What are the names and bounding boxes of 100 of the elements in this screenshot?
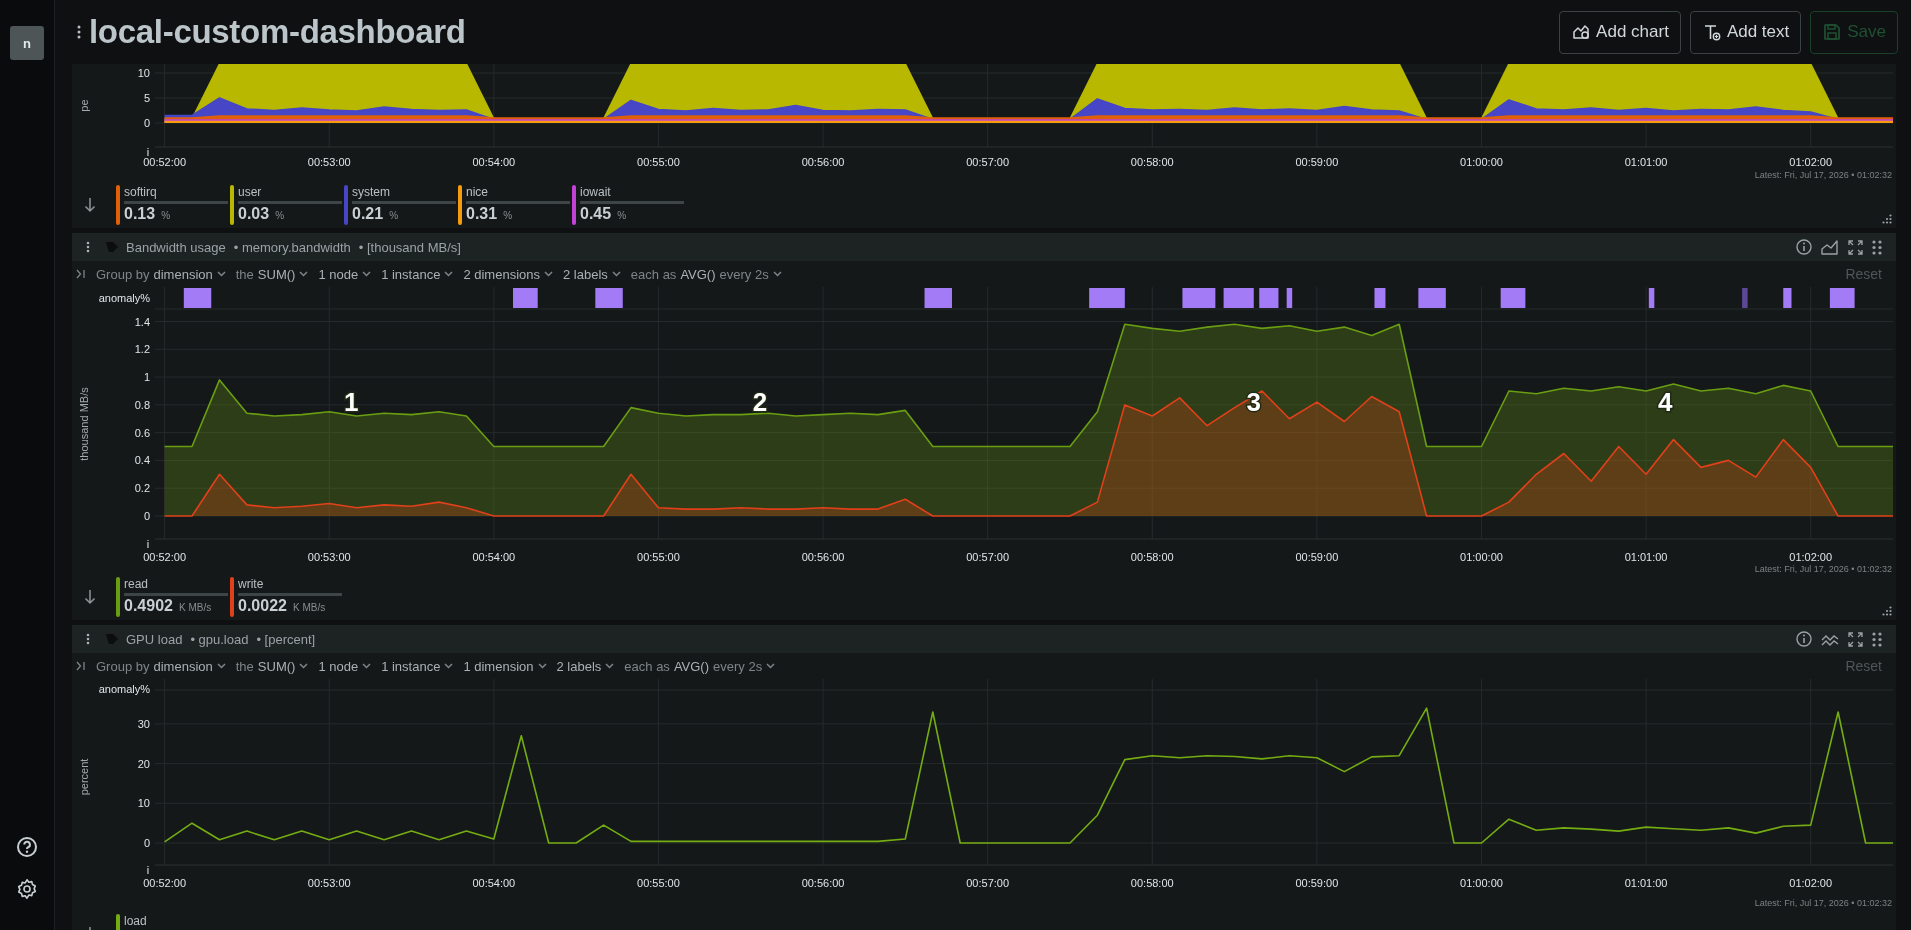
axis-tick-label: 00:58:00 <box>1130 156 1174 168</box>
arrow-down-icon[interactable] <box>84 589 96 605</box>
caret-icon <box>766 663 776 669</box>
chart-context: • gpu.load <box>190 631 249 647</box>
legend-unit: % <box>617 210 627 221</box>
caret-icon <box>611 271 621 277</box>
axis-tick-label: 0 <box>143 837 150 849</box>
axis-tick-label: 1 <box>143 371 150 384</box>
legend-value: 0.45 <box>580 205 612 223</box>
axis-tick-label: 00:52:00 <box>143 877 186 889</box>
axis-tick-label: 10 <box>137 67 150 79</box>
axis-tick-label: 00:58:00 <box>1130 877 1174 889</box>
caret-icon <box>537 663 547 669</box>
caret-icon <box>544 271 553 277</box>
axis-tick-label: 00:53:00 <box>307 156 351 168</box>
axis-tick-label: 01:00:00 <box>1460 877 1503 889</box>
axis-tick-label: 00:55:00 <box>637 156 680 168</box>
legend-unit: % <box>275 210 285 221</box>
dropdown-button[interactable]: Group by dimension <box>96 658 226 674</box>
menu-icon[interactable] <box>77 25 81 39</box>
dropdown-button[interactable]: each as AVG() every 2s <box>630 266 782 282</box>
caret-icon <box>605 663 615 669</box>
axis-tick-label: 00:54:00 <box>472 156 516 168</box>
expand-icon[interactable] <box>76 661 86 671</box>
dropdown-button[interactable]: each as AVG() every 2s <box>624 658 776 674</box>
legend-value: 0.0022 <box>238 597 287 615</box>
legend-label: system <box>352 185 391 199</box>
axis-title: pe <box>78 99 90 112</box>
caret-icon <box>772 271 782 277</box>
dropdown-button[interactable]: 1 dimension <box>463 658 547 674</box>
legend-unit: % <box>389 210 399 221</box>
info-icon[interactable] <box>1796 239 1812 255</box>
fullscreen-icon[interactable] <box>1848 239 1863 255</box>
axis-tick-label: 01:01:00 <box>1624 551 1668 563</box>
text-button[interactable]: Add text <box>1689 10 1802 54</box>
dropdown-button[interactable]: 2 dimensions <box>463 266 553 282</box>
axis-tick-label: 01:01:00 <box>1624 156 1668 168</box>
axis-tick-label: 01:00:00 <box>1460 551 1503 563</box>
legend-unit: K MB/s <box>292 602 326 613</box>
anomaly-label: anomaly% <box>98 683 150 695</box>
caret-icon <box>299 271 309 277</box>
axis-tick-label: 00:55:00 <box>637 551 680 563</box>
dropdown-button[interactable]: 1 node <box>318 658 372 674</box>
expand-icon[interactable] <box>76 269 86 279</box>
area-chart-icon[interactable] <box>1821 239 1839 255</box>
info-icon[interactable] <box>1796 631 1812 647</box>
latest-timestamp: Latest: Fri, Jul 17, 2026 • 01:02:32 <box>1754 170 1892 180</box>
settings-icon[interactable] <box>16 878 38 900</box>
legend-value: 0.4902 <box>124 597 173 615</box>
axis-tick-label: 0 <box>143 510 150 522</box>
dropdown-button[interactable]: 2 labels <box>563 266 621 282</box>
axis-tick-label: 0.4 <box>134 454 150 467</box>
menu-icon[interactable] <box>86 241 90 253</box>
dropdown-button[interactable]: Group by dimension <box>96 266 226 282</box>
axis-tick-label: 01:02:00 <box>1789 877 1833 889</box>
axis-label: i <box>146 538 150 550</box>
dropdown-button[interactable]: 2 labels <box>556 658 615 674</box>
axis-tick-label: 00:53:00 <box>307 877 351 889</box>
arrow-down-icon[interactable] <box>84 197 96 213</box>
axis-tick-label: 10 <box>137 797 150 810</box>
chart-add-icon <box>1571 22 1592 42</box>
axis-title: thousand MB/s <box>78 387 90 461</box>
resize-handle-icon[interactable] <box>1882 214 1892 224</box>
axis-tick-label: 30 <box>137 717 150 730</box>
dropdown-button[interactable]: 1 node <box>318 266 372 282</box>
fullscreen-icon[interactable] <box>1848 631 1863 647</box>
axis-tick-label: 00:52:00 <box>143 156 186 168</box>
axis-tick-label: 0 <box>143 117 150 129</box>
legend-value: 0.13 <box>124 205 156 223</box>
axis-tick-label: 00:59:00 <box>1295 551 1339 563</box>
axis-tick-label: 00:56:00 <box>801 877 845 889</box>
annotation-label: 3 <box>1246 387 1261 418</box>
caret-icon <box>299 663 309 669</box>
caret-icon <box>444 271 454 277</box>
axis-tick-label: 0.2 <box>134 482 150 495</box>
axis-tick-label: 0.8 <box>134 398 150 411</box>
menu-icon[interactable] <box>86 633 90 645</box>
dropdown-button[interactable]: 1 instance <box>381 266 454 282</box>
axis-tick-label: 1.2 <box>134 343 150 356</box>
resize-handle-icon[interactable] <box>1882 606 1892 616</box>
axis-tick-label: 01:02:00 <box>1789 551 1833 563</box>
drag-handle-icon[interactable] <box>1872 631 1882 647</box>
legend-unit: % <box>503 210 513 221</box>
legend-label: write <box>238 577 265 591</box>
legend-value: 0.03 <box>238 205 270 223</box>
drag-handle-icon[interactable] <box>1872 239 1882 255</box>
line-chart-icon[interactable] <box>1821 632 1839 646</box>
legend-label: load <box>124 914 148 928</box>
axis-tick-label: 01:02:00 <box>1789 156 1833 168</box>
dropdown-button[interactable]: the SUM() <box>235 658 309 674</box>
dropdown-button[interactable]: the SUM() <box>235 266 309 282</box>
chart-title: GPU load <box>126 631 183 647</box>
chart-context: • memory.bandwidth <box>233 239 351 255</box>
axis-tick-label: 20 <box>137 757 150 770</box>
dropdown-button[interactable]: 1 instance <box>381 658 454 674</box>
chart-button[interactable]: Add chart <box>1559 10 1681 54</box>
axis-tick-label: 1.4 <box>134 315 150 328</box>
logo-button[interactable]: n <box>10 26 44 60</box>
help-icon[interactable] <box>16 836 38 858</box>
caret-icon <box>216 663 226 669</box>
